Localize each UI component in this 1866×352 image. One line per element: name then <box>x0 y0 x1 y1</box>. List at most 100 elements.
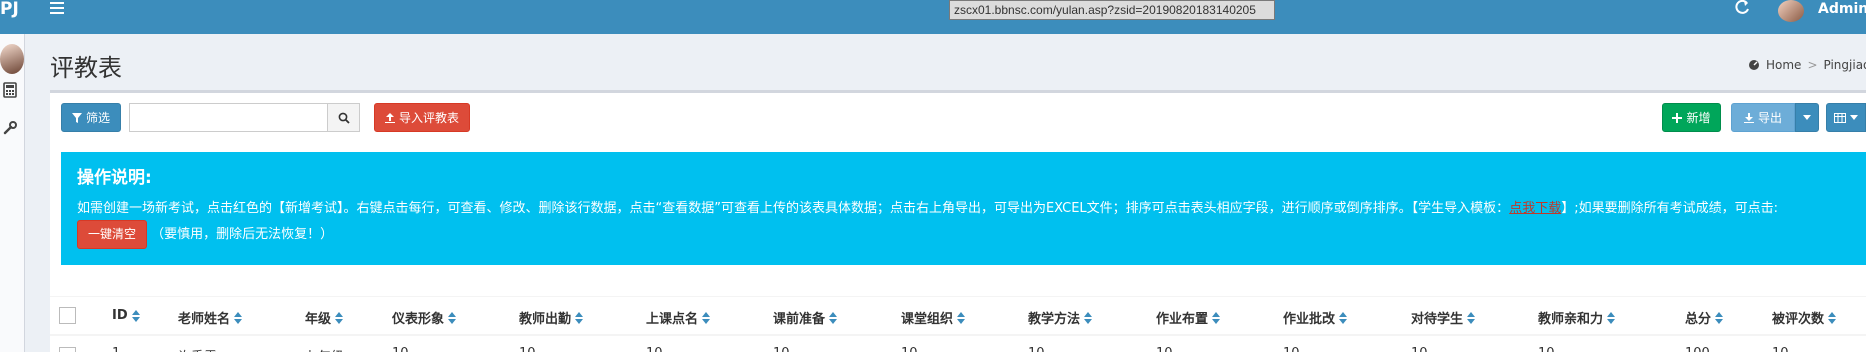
column-header-label: 对待学生 <box>1411 312 1464 327</box>
table-row[interactable]: 1 许秀霞 七年级 10 10 10 10 10 10 10 10 10 10 100 10 <box>50 340 1866 352</box>
column-header-label: 教学方法 <box>1028 312 1081 327</box>
filter-icon <box>71 112 82 123</box>
template-download-link[interactable]: 点我下载 <box>1509 201 1561 216</box>
table-cell: 10 <box>519 346 536 352</box>
table-icon <box>1834 112 1846 123</box>
column-header[interactable]: 课堂组织 <box>901 308 966 327</box>
table-cell: 10 <box>1411 346 1428 352</box>
column-header-label: 上课点名 <box>646 312 699 327</box>
breadcrumb-current: Pingjiao <box>1823 58 1866 72</box>
sort-icon <box>702 311 711 324</box>
filter-button[interactable]: 筛选 <box>61 103 121 132</box>
column-header[interactable]: 仪表形象 <box>392 308 457 327</box>
sort-icon <box>1339 311 1348 324</box>
table-cell: 10 <box>1028 346 1045 352</box>
column-header[interactable]: 总分 <box>1685 308 1724 327</box>
user-name[interactable]: Administ <box>1818 0 1866 18</box>
table-cell: 10 <box>901 346 918 352</box>
new-button[interactable]: 新增 <box>1662 103 1721 132</box>
plus-icon <box>1672 112 1683 123</box>
table-cell: 10 <box>773 346 790 352</box>
sort-icon <box>575 311 584 324</box>
table-cell: 10 <box>1156 346 1173 352</box>
sort-icon <box>234 311 243 324</box>
import-label: 导入评教表 <box>398 111 459 125</box>
search-icon <box>338 112 350 124</box>
export-dropdown-toggle[interactable] <box>1795 103 1819 132</box>
sort-icon <box>1212 311 1221 324</box>
column-header[interactable]: 课前准备 <box>773 308 838 327</box>
sort-icon <box>1607 311 1616 324</box>
callout-text: 如需创建一场新考试，点击红色的【新增考试】。右键点击每行，可查看、修改、删除该行… <box>77 198 1850 249</box>
export-button[interactable]: 导出 <box>1731 103 1795 132</box>
search-button[interactable] <box>327 103 360 132</box>
column-header-label: 作业布置 <box>1156 312 1209 327</box>
calculator-icon[interactable] <box>3 82 19 98</box>
sort-icon <box>1467 311 1476 324</box>
wrench-icon[interactable] <box>3 120 19 136</box>
instructions-callout: 操作说明: 如需创建一场新考试，点击红色的【新增考试】。右键点击每行，可查看、修… <box>61 152 1866 265</box>
columns-toggle-button[interactable] <box>1826 103 1866 132</box>
table-cell: 100 <box>1685 346 1710 352</box>
table-cell: 七年级 <box>305 346 344 352</box>
callout-text-part3: （要慎用，删除后无法恢复！） <box>151 227 334 242</box>
table-cell: 10 <box>646 346 663 352</box>
user-avatar[interactable] <box>1778 0 1804 22</box>
column-header[interactable]: 年级 <box>305 308 344 327</box>
row-checkbox[interactable] <box>59 347 76 352</box>
column-header[interactable]: ID <box>112 308 140 323</box>
column-header-label: 被评次数 <box>1772 312 1825 327</box>
table-cell: 10 <box>1772 346 1789 352</box>
callout-text-part2: 】;如果要删除所有考试成绩，可点击: <box>1561 201 1778 216</box>
table-cell: 10 <box>1538 346 1555 352</box>
table-cell: 1 <box>112 346 120 352</box>
breadcrumb-home[interactable]: Home <box>1766 58 1801 72</box>
clear-all-button[interactable]: 一键清空 <box>77 220 148 249</box>
column-header[interactable]: 被评次数 <box>1772 308 1837 327</box>
column-header[interactable]: 教师出勤 <box>519 308 584 327</box>
sort-icon <box>131 309 140 322</box>
dashboard-icon <box>1749 60 1759 70</box>
menu-toggle-icon[interactable] <box>50 2 64 14</box>
table-cell: 10 <box>392 346 409 352</box>
callout-text-part1: 如需创建一场新考试，点击红色的【新增考试】。右键点击每行，可查看、修改、删除该行… <box>77 201 1510 216</box>
callout-title: 操作说明: <box>77 168 152 188</box>
sort-icon <box>335 311 344 324</box>
refresh-icon[interactable] <box>1734 0 1750 18</box>
search-input[interactable] <box>129 103 328 132</box>
breadcrumb-separator: > <box>1807 58 1818 72</box>
caret-down-icon <box>1850 115 1858 120</box>
sidebar-avatar <box>0 44 24 74</box>
sort-icon <box>1715 311 1724 324</box>
column-header-label: 年级 <box>305 312 332 327</box>
select-all-checkbox[interactable] <box>59 307 76 324</box>
brand-logo[interactable]: PJ <box>0 0 26 18</box>
sort-icon <box>957 311 966 324</box>
column-header-label: 总分 <box>1685 312 1712 327</box>
column-header-label: 老师姓名 <box>178 312 231 327</box>
new-label: 新增 <box>1686 111 1711 125</box>
import-button[interactable]: 导入评教表 <box>374 103 470 132</box>
column-header[interactable]: 教师亲和力 <box>1538 308 1616 327</box>
column-header[interactable]: 上课点名 <box>646 308 711 327</box>
top-navbar: PJ zscx01.bbnsc.com/yulan.asp?zsid=20190… <box>0 0 1866 34</box>
sort-icon <box>1828 311 1837 324</box>
url-tooltip: zscx01.bbnsc.com/yulan.asp?zsid=20190820… <box>949 0 1275 20</box>
sort-icon <box>448 311 457 324</box>
sort-icon <box>829 311 838 324</box>
column-header-label: 课堂组织 <box>901 312 954 327</box>
column-header[interactable]: 老师姓名 <box>178 308 243 327</box>
sort-icon <box>1084 311 1093 324</box>
column-header[interactable]: 教学方法 <box>1028 308 1093 327</box>
page-title: 评教表 <box>50 54 122 82</box>
table-cell: 许秀霞 <box>178 346 217 352</box>
column-header-label: 教师亲和力 <box>1538 312 1604 327</box>
column-header[interactable]: 对待学生 <box>1411 308 1476 327</box>
column-header[interactable]: 作业布置 <box>1156 308 1221 327</box>
column-header-label: 课前准备 <box>773 312 826 327</box>
download-icon <box>1743 112 1754 123</box>
column-header-label: 作业批改 <box>1283 312 1336 327</box>
column-header[interactable]: 作业批改 <box>1283 308 1348 327</box>
filter-label: 筛选 <box>85 111 110 125</box>
table-cell: 10 <box>1283 346 1300 352</box>
